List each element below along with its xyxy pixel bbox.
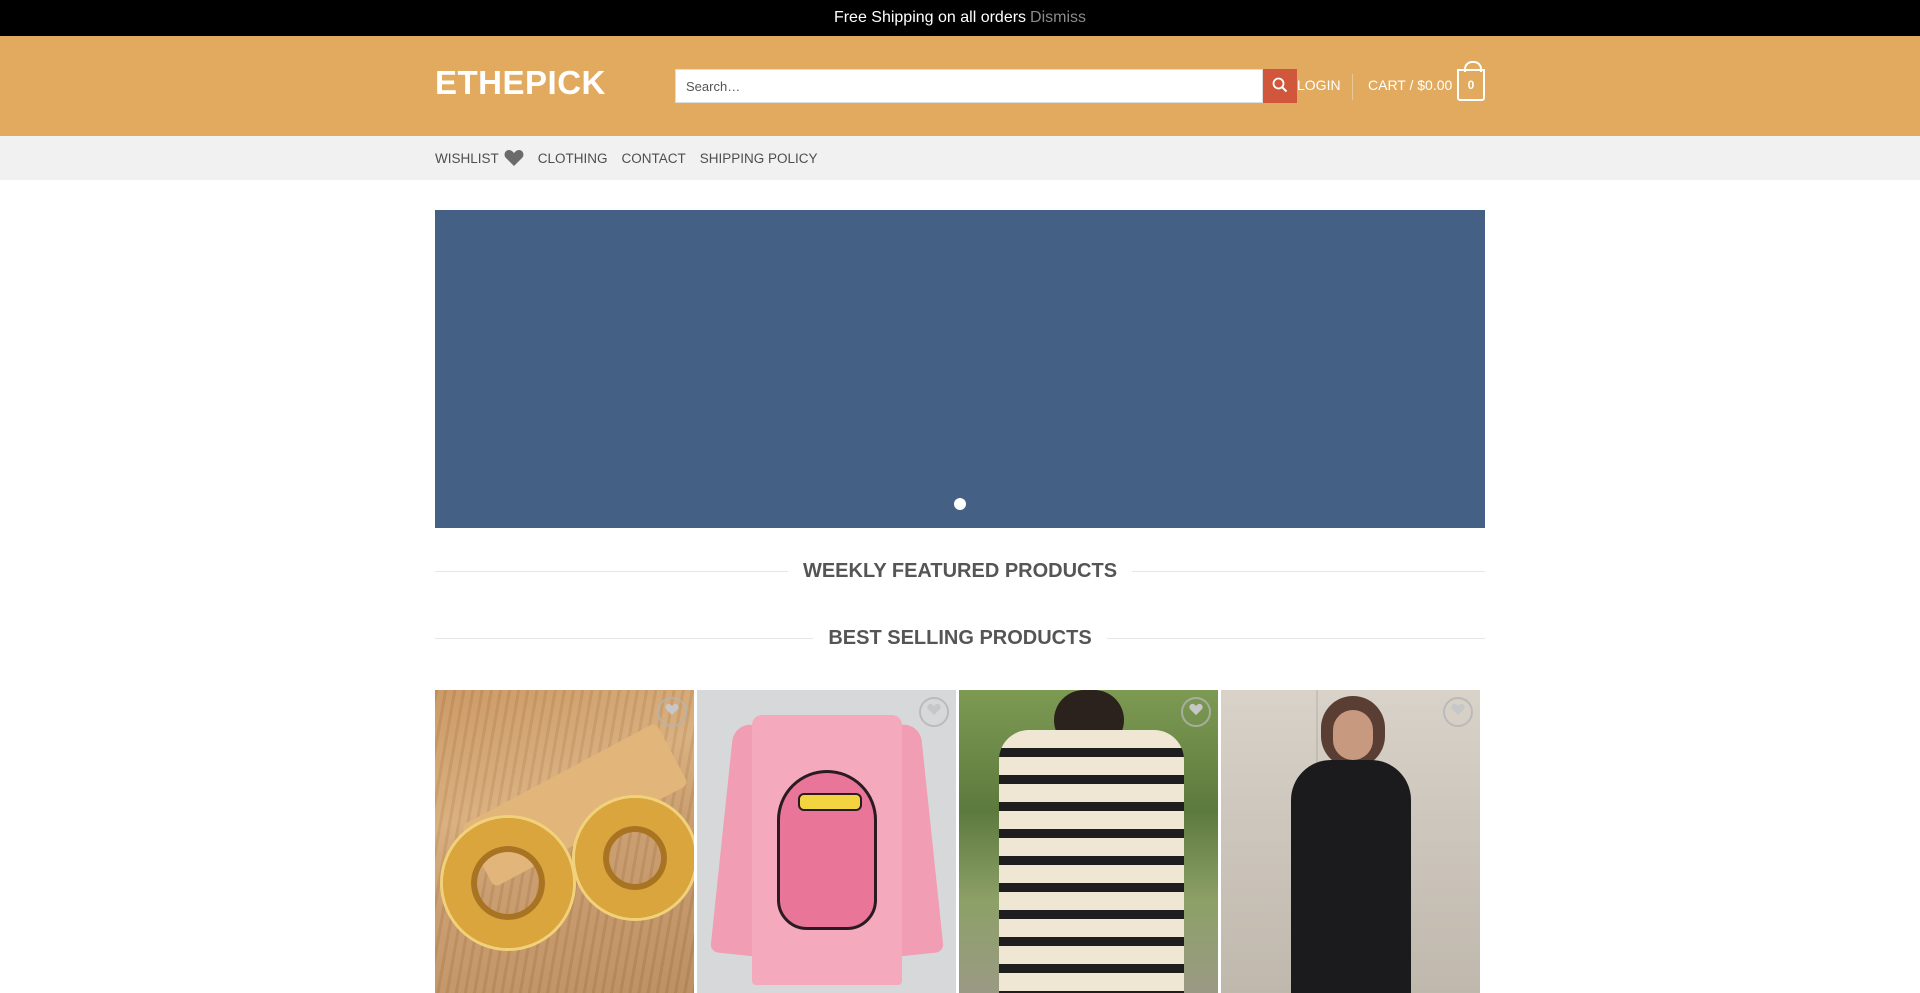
section-title-best: BEST SELLING PRODUCTS (435, 627, 1486, 650)
product-card-sweater[interactable] (697, 690, 956, 993)
nav-item-label: SHIPPING POLICY (699, 150, 818, 166)
title-divider (435, 638, 814, 639)
wishlist-button[interactable] (1443, 697, 1473, 727)
nav-item-wishlist[interactable]: WISHLIST (435, 149, 524, 167)
nav-item-label: CONTACT (621, 150, 686, 166)
title-divider (1132, 571, 1486, 572)
secondary-nav: WISHLIST CLOTHING CONTACT SHIPPING POLIC… (0, 136, 1920, 180)
product-image-detail (1291, 760, 1411, 993)
section-heading: BEST SELLING PRODUCTS (828, 627, 1092, 649)
search-input[interactable] (675, 69, 1263, 103)
product-card-striped-sweater[interactable] (959, 690, 1218, 993)
heart-outline-icon (665, 703, 679, 721)
heart-icon (504, 149, 524, 167)
site-logo[interactable]: ETHEPICK (435, 64, 606, 102)
title-divider (1106, 638, 1486, 639)
nav-item-contact[interactable]: CONTACT (622, 151, 686, 166)
earring-right (575, 798, 694, 918)
earring-left (443, 818, 573, 948)
heart-outline-icon (1451, 703, 1465, 721)
nav-item-label: WISHLIST (435, 150, 499, 166)
product-image-detail (777, 770, 877, 930)
heart-outline-icon (1189, 703, 1203, 721)
nav-item-clothing[interactable]: CLOTHING (538, 151, 608, 166)
section-heading: WEEKLY FEATURED PRODUCTS (802, 560, 1118, 582)
wishlist-button[interactable] (919, 697, 949, 727)
nav-item-label: CLOTHING (537, 150, 608, 166)
product-grid (435, 690, 1485, 993)
product-card-earrings[interactable] (435, 690, 694, 993)
section-title-weekly: WEEKLY FEATURED PRODUCTS (435, 560, 1486, 583)
top-notice-bar: Free Shipping on all orders Dismiss (0, 0, 1920, 36)
product-image-detail (1333, 710, 1373, 760)
search-button[interactable] (1263, 69, 1297, 103)
header-divider (1352, 74, 1353, 100)
cart-count: 0 (1467, 78, 1475, 92)
product-image-detail (999, 730, 1184, 993)
product-card-jumpsuit[interactable] (1221, 690, 1480, 993)
slider-dot[interactable] (954, 498, 966, 510)
wishlist-button[interactable] (1181, 697, 1211, 727)
wishlist-button[interactable] (657, 697, 687, 727)
search-form (675, 69, 1297, 103)
heart-outline-icon (927, 703, 941, 721)
site-header: ETHEPICK LOGIN CART / $0.00 0 (0, 36, 1920, 136)
cart-link[interactable]: CART / $0.00 (1368, 77, 1452, 93)
nav-item-shipping-policy[interactable]: SHIPPING POLICY (700, 151, 818, 166)
title-divider (435, 571, 788, 572)
notice-message: Free Shipping on all orders (833, 9, 1027, 26)
cart-icon[interactable]: 0 (1457, 61, 1485, 101)
hero-slider[interactable] (435, 210, 1485, 528)
search-icon (1272, 77, 1288, 96)
login-link[interactable]: LOGIN (1297, 77, 1341, 93)
dismiss-link[interactable]: Dismiss (1030, 9, 1086, 27)
